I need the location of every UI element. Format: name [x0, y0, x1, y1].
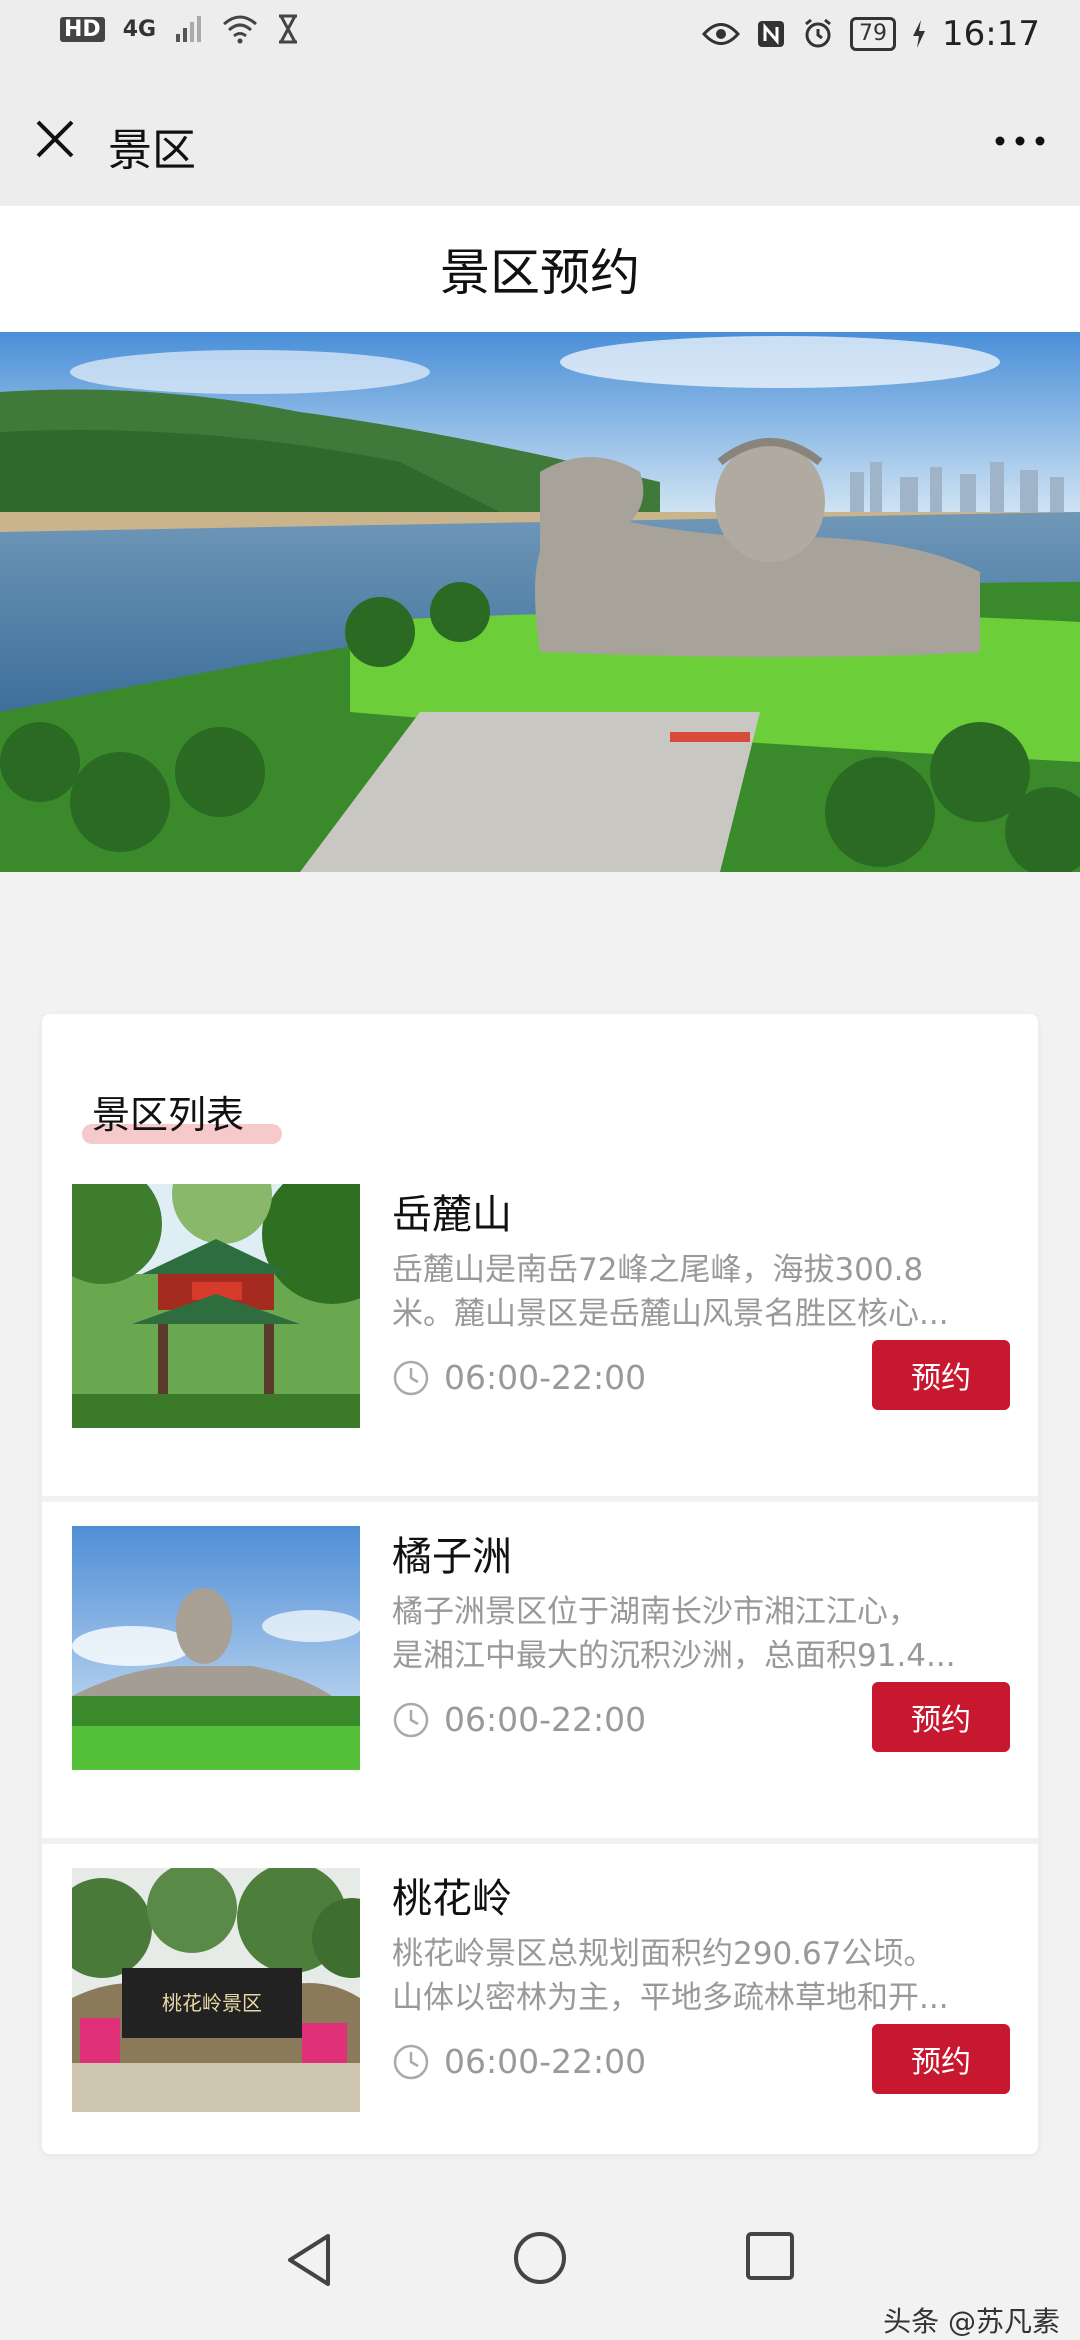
item-hours: 06:00-22:00 — [392, 2042, 646, 2081]
home-icon[interactable] — [512, 2230, 568, 2286]
list-item[interactable]: 桃花岭景区 桃花岭 桃花岭景区总规划面积约290.67公顷。 山体以密林为主，平… — [42, 1846, 1038, 2154]
close-button[interactable] — [30, 114, 80, 164]
more-icon — [995, 136, 1045, 146]
network-label: 4G — [122, 16, 157, 42]
divider — [42, 1496, 1038, 1502]
orange-isle-image — [72, 1526, 360, 1770]
divider — [42, 1838, 1038, 1844]
item-description: 岳麓山是南岳72峰之尾峰，海拔300.8 米。麓山景区是岳麓山风景名胜区核心..… — [392, 1248, 1002, 1336]
item-description: 橘子洲景区位于湖南长沙市湘江江心， 是湘江中最大的沉积沙洲，总面积91.4... — [392, 1590, 1002, 1678]
item-desc-line: 桃花岭景区总规划面积约290.67公顷。 — [392, 1936, 935, 1972]
close-icon — [36, 120, 74, 158]
peach-ridge-image: 桃花岭景区 — [72, 1868, 360, 2112]
item-title[interactable]: 橘子洲 — [392, 1524, 512, 1582]
recents-icon[interactable] — [744, 2230, 796, 2282]
status-bar: HD 4G 79 16:17 — [0, 0, 1080, 76]
nav-title: 景区 — [108, 125, 196, 176]
hd-label: HD — [60, 16, 105, 42]
item-hours: 06:00-22:00 — [392, 1700, 646, 1739]
item-title[interactable]: 岳麓山 — [392, 1182, 512, 1240]
item-thumbnail[interactable] — [72, 1184, 360, 1428]
list-heading: 景区列表 — [82, 1084, 282, 1144]
more-button[interactable] — [990, 116, 1050, 166]
item-hours-text: 06:00-22:00 — [444, 2042, 647, 2081]
list-item[interactable]: 岳麓山 岳麓山是南岳72峰之尾峰，海拔300.8 米。麓山景区是岳麓山风景名胜区… — [42, 1162, 1038, 1502]
nav-bar: 景区 — [0, 76, 1080, 206]
item-title[interactable]: 桃花岭 — [392, 1866, 512, 1924]
item-hours-text: 06:00-22:00 — [444, 1358, 647, 1397]
sign-text: 桃花岭景区 — [162, 1991, 262, 2015]
item-desc-line: 橘子洲景区位于湖南长沙市湘江江心， — [392, 1594, 919, 1630]
reserve-button[interactable]: 预约 — [872, 2024, 1010, 2094]
item-desc-line: 山体以密林为主，平地多疏林草地和开... — [392, 1980, 949, 2016]
item-thumbnail[interactable]: 桃花岭景区 — [72, 1868, 360, 2112]
banner-scenery-image — [0, 332, 1080, 872]
item-desc-line: 米。麓山景区是岳麓山风景名胜区核心... — [392, 1296, 949, 1332]
charging-icon — [913, 20, 926, 48]
clock: 16:17 — [942, 14, 1040, 54]
clock-icon — [393, 1360, 429, 1395]
alarm-icon — [805, 18, 831, 48]
item-hours-text: 06:00-22:00 — [444, 1700, 647, 1739]
item-desc-line: 岳麓山是南岳72峰之尾峰，海拔300.8 — [392, 1252, 924, 1288]
scenic-list-card: 景区列表 岳麓山 岳麓山是南岳72峰之尾峰，海拔300.8 米。麓山景区是岳麓山… — [42, 1014, 1038, 2154]
wifi-icon — [223, 15, 258, 44]
item-description: 桃花岭景区总规划面积约290.67公顷。 山体以密林为主，平地多疏林草地和开..… — [392, 1932, 1002, 2020]
watermark: 头条 @苏凡素 — [883, 2305, 1060, 2338]
page-title: 景区预约 — [440, 244, 640, 302]
yuelu-mountain-image — [72, 1184, 360, 1428]
hourglass-icon — [279, 14, 298, 44]
back-icon[interactable] — [282, 2230, 336, 2290]
banner-image — [0, 332, 1080, 872]
clock-icon — [393, 2044, 429, 2079]
battery-level: 79 — [850, 17, 897, 51]
reserve-button[interactable]: 预约 — [872, 1340, 1010, 1410]
clock-icon — [393, 1702, 429, 1737]
signal-icon — [176, 16, 202, 42]
reserve-button[interactable]: 预约 — [872, 1682, 1010, 1752]
item-thumbnail[interactable] — [72, 1526, 360, 1770]
list-item[interactable]: 橘子洲 橘子洲景区位于湖南长沙市湘江江心， 是湘江中最大的沉积沙洲，总面积91.… — [42, 1504, 1038, 1844]
page-header: 景区预约 — [0, 206, 1080, 332]
list-heading-text: 景区列表 — [92, 1093, 245, 1137]
item-desc-line: 是湘江中最大的沉积沙洲，总面积91.4... — [392, 1638, 956, 1674]
item-hours: 06:00-22:00 — [392, 1358, 646, 1397]
eye-icon — [702, 23, 741, 45]
nfc-icon — [758, 21, 785, 47]
